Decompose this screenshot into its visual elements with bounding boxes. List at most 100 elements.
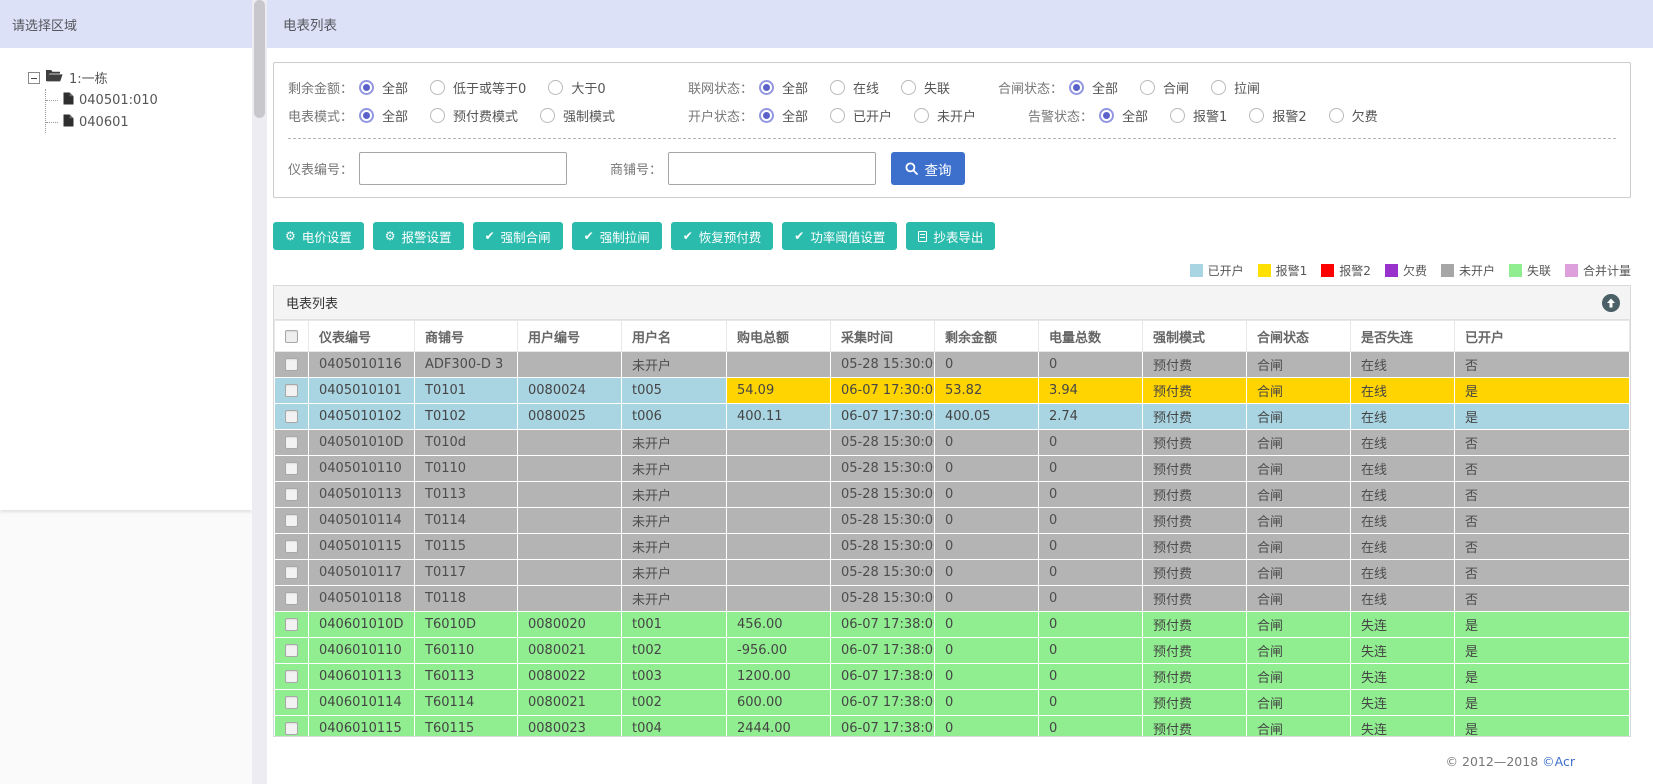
radio-icon[interactable] xyxy=(1249,107,1265,123)
table-cell xyxy=(726,481,831,508)
table-cell: 0 xyxy=(934,507,1039,534)
row-checkbox[interactable] xyxy=(285,436,298,449)
query-button[interactable]: 查询 xyxy=(891,152,966,185)
row-checkbox[interactable] xyxy=(285,618,298,631)
radio-option[interactable]: 全部 xyxy=(1099,106,1148,125)
row-checkbox[interactable] xyxy=(285,384,298,397)
tree-node-meter[interactable]: 040601 xyxy=(46,111,244,133)
tree-node-building[interactable]: 1:一栋 xyxy=(28,68,244,87)
table-cell: 0405010110 xyxy=(308,455,415,482)
gear-icon: ⚙ xyxy=(285,229,296,243)
radio-icon[interactable] xyxy=(914,107,930,123)
radio-option[interactable]: 全部 xyxy=(759,78,808,97)
radio-option[interactable]: 预付费模式 xyxy=(430,106,518,125)
table-row: 0405010110 T0110 未开户 05-28 15:30:00 0 0 预付费 合闸在… xyxy=(274,455,1630,482)
radio-label: 全部 xyxy=(1122,109,1149,125)
toolbar-button[interactable]: ✔ 强制拉闸 xyxy=(571,222,662,250)
radio-icon[interactable] xyxy=(1170,107,1186,123)
table-cell: 未开户 xyxy=(621,455,727,482)
radio-option[interactable]: 低于或等于0 xyxy=(430,78,526,97)
toolbar-button-label: 报警设置 xyxy=(401,229,452,245)
radio-option[interactable]: 全部 xyxy=(359,106,408,125)
radio-option[interactable]: 在线 xyxy=(830,78,879,97)
radio-icon[interactable] xyxy=(1140,79,1156,95)
table-cell: 0405010101 xyxy=(308,377,415,404)
radio-icon[interactable] xyxy=(759,79,775,95)
radio-option[interactable]: 强制模式 xyxy=(540,106,615,125)
row-checkbox[interactable] xyxy=(285,670,298,683)
table-cell xyxy=(726,507,831,534)
radio-option[interactable]: 报警2 xyxy=(1249,106,1307,125)
row-checkbox[interactable] xyxy=(285,410,298,423)
table-cell: 0 xyxy=(1038,585,1143,612)
table-cell: 06-07 17:38:00 xyxy=(830,689,935,716)
row-checkbox[interactable] xyxy=(285,722,298,735)
radio-icon[interactable] xyxy=(901,79,917,95)
table-cell: 合闸 xyxy=(1246,611,1351,638)
radio-option[interactable]: 拉闸 xyxy=(1211,78,1260,97)
row-select-cell xyxy=(274,689,309,716)
scrollbar-thumb[interactable] xyxy=(254,0,265,118)
toolbar-button[interactable]: ⚙ 电价设置 xyxy=(273,222,364,250)
row-checkbox[interactable] xyxy=(285,592,298,605)
filter-group-label: 联网状态： xyxy=(688,81,754,97)
radio-icon[interactable] xyxy=(430,107,446,123)
row-checkbox[interactable] xyxy=(285,462,298,475)
row-checkbox[interactable] xyxy=(285,488,298,501)
tree-node-meter[interactable]: 040501:010 xyxy=(46,89,244,111)
radio-icon[interactable] xyxy=(540,107,556,123)
table-cell: 否 xyxy=(1454,507,1630,534)
radio-option[interactable]: 失联 xyxy=(901,78,950,97)
scroll-top-button[interactable] xyxy=(1602,293,1620,312)
meter-no-input[interactable] xyxy=(359,152,568,185)
radio-option[interactable]: 合闸 xyxy=(1140,78,1189,97)
table-cell: 400.11 xyxy=(726,403,831,430)
table-cell: 06-07 17:30:00 xyxy=(830,377,935,404)
table-cell: 0 xyxy=(934,637,1039,664)
radio-option[interactable]: 欠费 xyxy=(1328,106,1378,125)
radio-icon[interactable] xyxy=(1211,79,1227,95)
radio-icon[interactable] xyxy=(430,79,446,95)
radio-option[interactable]: 全部 xyxy=(1069,78,1118,97)
row-checkbox[interactable] xyxy=(285,644,298,657)
radio-icon[interactable] xyxy=(1069,79,1085,95)
radio-icon[interactable] xyxy=(548,79,564,95)
column-header: 剩余金额 xyxy=(934,320,1039,352)
radio-icon[interactable] xyxy=(359,107,375,123)
status-legend: 已开户 报警1 报警2 欠费 未开户 失联 合并计量 xyxy=(273,262,1631,279)
page-scrollbar[interactable] xyxy=(252,0,267,784)
radio-option[interactable]: 全部 xyxy=(359,78,408,97)
radio-option[interactable]: 已开户 xyxy=(830,106,892,125)
select-all-checkbox[interactable] xyxy=(285,329,298,343)
radio-option[interactable]: 未开户 xyxy=(914,106,976,125)
copyright-link[interactable]: ©Acr xyxy=(1542,754,1575,769)
radio-option[interactable]: 全部 xyxy=(759,106,808,125)
table-cell: 06-07 17:38:00 xyxy=(830,663,935,690)
row-checkbox[interactable] xyxy=(285,514,298,527)
toolbar-button[interactable]: ✔ 恢复预付费 xyxy=(670,222,774,250)
file-icon xyxy=(63,92,74,109)
filter-group: 告警状态： 全部 报警1 报警2 欠费 xyxy=(998,106,1616,125)
row-checkbox[interactable] xyxy=(285,358,298,371)
radio-icon[interactable] xyxy=(830,79,846,95)
toolbar-button[interactable]: ✔ 功率阈值设置 xyxy=(782,222,898,250)
radio-icon[interactable] xyxy=(1328,107,1344,123)
row-checkbox[interactable] xyxy=(285,540,298,553)
toolbar-button[interactable]: 抄表导出 xyxy=(906,222,996,250)
radio-option[interactable]: 大于0 xyxy=(548,78,606,97)
radio-option[interactable]: 报警1 xyxy=(1170,106,1227,125)
row-checkbox[interactable] xyxy=(285,696,298,709)
table-cell: 0 xyxy=(1038,637,1143,664)
radio-icon[interactable] xyxy=(830,107,846,123)
toolbar-button[interactable]: ⚙ 报警设置 xyxy=(372,222,464,250)
row-checkbox[interactable] xyxy=(285,566,298,579)
tree-collapse-icon[interactable] xyxy=(28,71,40,84)
shop-no-input[interactable] xyxy=(668,152,877,185)
radio-icon[interactable] xyxy=(1099,107,1115,123)
radio-icon[interactable] xyxy=(759,107,775,123)
toolbar-button[interactable]: ✔ 强制合闸 xyxy=(472,222,563,250)
radio-icon[interactable] xyxy=(359,79,375,95)
filter-group: 开户状态： 全部 已开户 未开户 xyxy=(688,106,998,125)
table-cell xyxy=(517,351,622,378)
table-cell: 否 xyxy=(1454,585,1630,612)
